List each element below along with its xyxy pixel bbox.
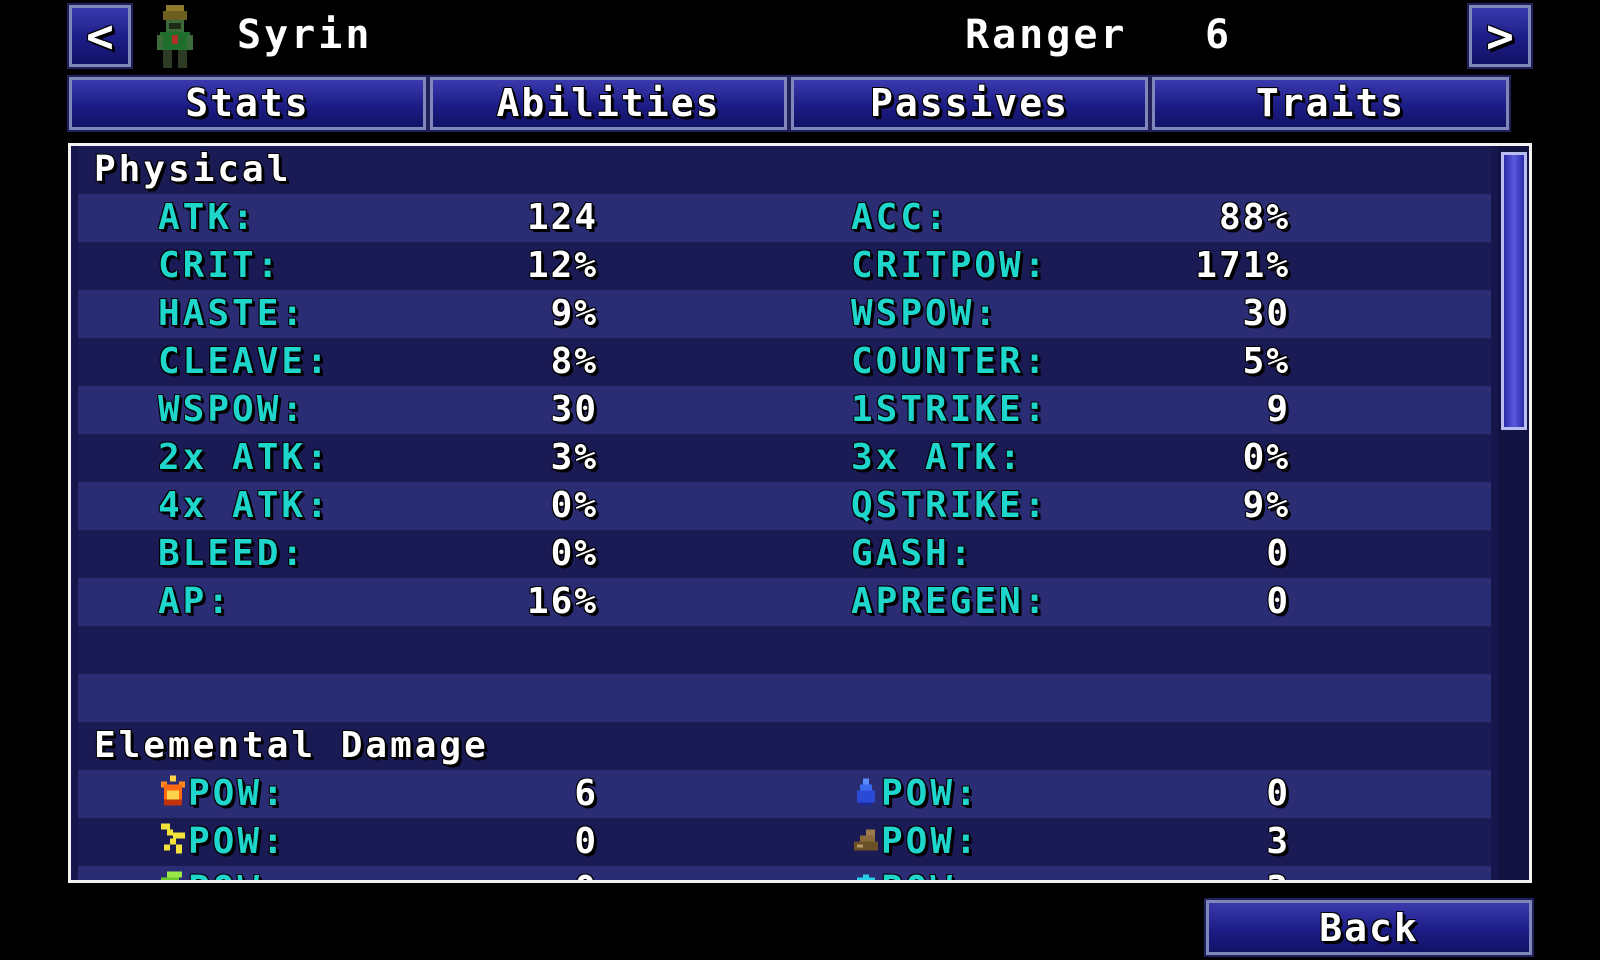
stat-label: 1STRIKE: [851,389,1049,430]
stat-row: POW: 0 POW: 3 [78,818,1491,866]
ice-icon [857,874,875,880]
stat-label-text: POW: [188,821,287,862]
stat-value: 16% [526,581,598,622]
back-button[interactable]: Back [1204,898,1534,957]
stat-label: GASH: [851,533,975,574]
stat-value: 30 [1242,293,1290,334]
tab-traits[interactable]: Traits [1150,75,1511,132]
water-icon [857,778,875,806]
stat-value: 9% [550,293,598,334]
stat-value: 0 [1266,581,1290,622]
stat-value: 124 [526,197,598,238]
tab-passives[interactable]: Passives [789,75,1150,132]
stat-value: 0% [1242,437,1290,478]
section-header-row: Elemental Damage [78,722,1491,770]
stat-label: BLEED: [158,533,307,574]
stat-value: 5% [1242,341,1290,382]
earth-icon [854,829,878,851]
stat-value: 9 [1266,389,1290,430]
stat-value: 0% [550,485,598,526]
stat-label-text: POW: [881,773,980,814]
stat-row: POW: 0 POW: 3 [78,866,1491,880]
stat-value: 12% [526,245,598,286]
stat-label: POW: [158,818,287,866]
tab-abilities[interactable]: Abilities [428,75,789,132]
stat-label: 2x ATK: [158,437,331,478]
stat-label: 4x ATK: [158,485,331,526]
stat-row: WSPOW: 30 1STRIKE: 9 [78,386,1491,434]
previous-character-button[interactable]: < [67,3,133,69]
stat-label: QSTRIKE: [851,485,1049,526]
stat-label: WSPOW: [158,389,307,430]
stat-label: AP: [158,581,233,622]
stat-value: 88% [1218,197,1290,238]
stat-value: 3 [1058,866,1290,880]
stat-value: 0 [1266,773,1290,814]
spacer-row [78,674,1491,722]
section-header-row: Physical [78,146,1491,194]
stat-label-text: POW: [188,869,287,880]
stat-label: ACC: [851,197,950,238]
stat-row: 4x ATK: 0% QSTRIKE: 9% [78,482,1491,530]
physical-section-title: Physical [94,149,292,190]
stat-value: 3 [1266,821,1290,862]
stat-row: AP: 16% APREGEN: 0 [78,578,1491,626]
next-character-button[interactable]: > [1467,3,1533,69]
character-level: 6 [1205,12,1230,58]
stat-label-text: POW: [188,773,287,814]
stat-label: CRITPOW: [851,245,1049,286]
lightning-icon [161,823,185,854]
stat-label: ATK: [158,197,257,238]
stat-row: CLEAVE: 8% COUNTER: 5% [78,338,1491,386]
scrollbar-thumb[interactable] [1501,152,1527,430]
stat-row: POW: 6 POW: 0 [78,770,1491,818]
character-class: Ranger [965,12,1128,58]
stat-row: ATK: 124 ACC: 88% [78,194,1491,242]
stat-label: POW: [158,866,287,880]
stat-label: HASTE: [158,293,307,334]
stat-value: 0 [574,821,598,862]
stat-label: POW: [851,818,980,866]
stat-label: CLEAVE: [158,341,331,382]
stat-value: 30 [550,389,598,430]
stat-value: 171% [1195,245,1290,286]
stat-label: POW: [158,770,287,818]
stat-row: 2x ATK: 3% 3x ATK: 0% [78,434,1491,482]
spacer-row [78,626,1491,674]
stat-value: 8% [550,341,598,382]
stat-row: HASTE: 9% WSPOW: 30 [78,290,1491,338]
stat-value: 0% [550,533,598,574]
character-portrait [157,5,193,68]
stat-row: CRIT: 12% CRITPOW: 171% [78,242,1491,290]
elemental-section-title: Elemental Damage [94,725,489,766]
stat-label-text: POW: [881,821,980,862]
stat-label: COUNTER: [851,341,1049,382]
wind-icon [161,871,182,880]
stat-value: 0 [378,866,598,880]
stat-value: 3% [550,437,598,478]
stat-label-text: POW: [881,869,980,880]
stat-label: WSPOW: [851,293,1000,334]
stat-label: POW: [851,770,980,818]
stat-row: BLEED: 0% GASH: 0 [78,530,1491,578]
stat-value: 0 [1266,533,1290,574]
stat-label: POW: [851,866,980,880]
stats-panel[interactable]: Physical ATK: 124 ACC: 88% CRIT: 12% CRI… [68,143,1532,883]
character-name: Syrin [237,12,373,58]
stat-label: APREGEN: [851,581,1049,622]
stat-value: 6 [574,773,598,814]
stat-value: 9% [1242,485,1290,526]
tab-stats[interactable]: Stats [67,75,428,132]
stat-label: CRIT: [158,245,282,286]
fire-icon [161,775,185,806]
stat-label: 3x ATK: [851,437,1024,478]
